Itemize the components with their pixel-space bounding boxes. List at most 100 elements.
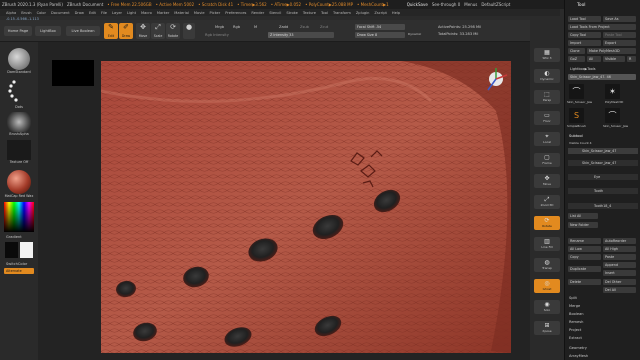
rgb-button[interactable]: Rgb [233,25,240,29]
visible-button[interactable]: Visible [603,56,625,62]
menu-marker[interactable]: Marker [157,11,169,15]
subtool-row[interactable]: Skin_Scissor_Jaw_47 [568,148,638,154]
secondary-color-swatch[interactable] [20,242,33,258]
subtool-row[interactable]: Tooth18_4 [568,203,638,209]
edit-button[interactable]: ✎ Edit [104,23,118,39]
lightbox-tools-button[interactable]: Lightbox▶Tools [568,66,636,72]
menu-help[interactable]: Help [392,11,400,15]
project-section[interactable]: Project [569,328,581,332]
menu-movie[interactable]: Movie [194,11,205,15]
shelf-move-button[interactable]: ✥ Move [534,174,560,188]
material-selector[interactable]: MatCap Red Wax [4,170,34,198]
load-from-project-button[interactable]: Load Tools From Project [568,24,636,30]
sphere-button[interactable]: ● [183,23,195,39]
menu-zscript[interactable]: Zscript [374,11,386,15]
draw-size-slider[interactable]: Draw Size 8 [355,32,405,38]
shelf-rotate-button[interactable]: ⟳ Rotate [534,216,560,230]
import-button[interactable]: Import [568,40,601,46]
del-other-button[interactable]: Del Other [603,279,636,285]
home-page-button[interactable]: Home Page [4,26,32,36]
shelf-floor-button[interactable]: ▭ Floor [534,111,560,125]
paste-button[interactable]: Paste [603,254,636,260]
shelf-local-button[interactable]: ⌖ Local [534,132,560,146]
menu-layer[interactable]: Layer [112,11,122,15]
zadd-button[interactable]: Zadd [279,25,288,29]
shelf-frame-button[interactable]: ▢ Frame [534,153,560,167]
menu-zplugin[interactable]: Zplugin [356,11,370,15]
rotate-button[interactable]: ⟳ Rotate [166,23,180,39]
append-button[interactable]: Append [603,262,636,268]
draw-button[interactable]: ✐ Draw [119,23,133,39]
live-boolean-button[interactable]: Live Boolean [66,26,100,36]
z-intensity-slider[interactable]: Z Intensity 33 [268,32,334,38]
clone-button[interactable]: Clone [568,48,585,54]
alpha-selector[interactable]: BrushAlpha [4,112,34,136]
zsub-button[interactable]: Zsub [300,25,309,29]
navigation-thumbnail[interactable] [52,60,94,86]
texture-selector[interactable]: Texture Off [4,140,34,164]
zcut-button[interactable]: Zcut [320,25,328,29]
tool-thumb-polymesh[interactable]: ✶ [605,84,620,99]
shelf-transp-button[interactable]: ◍ Transp [534,258,560,272]
shelf-dynamic-button[interactable]: ◐ Dynamic [534,69,560,83]
menu-tool[interactable]: Tool [321,11,328,15]
mrgb-button[interactable]: Mrgb [215,25,224,29]
switch-color-button[interactable]: SwitchColor [6,262,27,266]
alternate-button[interactable]: Alternate [4,268,34,274]
move-button[interactable]: ✥ Move [136,23,150,39]
shelf-spix-3-button[interactable]: ▦ SPix 3 [534,48,560,62]
menu-preferences[interactable]: Preferences [225,11,246,15]
current-tool-slider[interactable]: Skin_Scissor_Jaw_47. 46 [568,74,636,80]
extract-section[interactable]: Extract [569,336,582,340]
duplicate-button[interactable]: Duplicate [568,266,601,272]
insert-button[interactable]: Insert [603,270,636,276]
shelf-zoom3d-button[interactable]: ⤢ Zoom3D [534,195,560,209]
navigation-gizmo[interactable] [483,66,509,92]
m-button[interactable]: M [254,25,257,29]
sculpt-canvas[interactable] [101,61,511,353]
menu-stencil[interactable]: Stencil [269,11,281,15]
menu-color[interactable]: Color [37,11,46,15]
split-section[interactable]: Split [569,296,577,300]
menu-render[interactable]: Render [251,11,264,15]
default-zscript[interactable]: DefaultZScript [481,2,510,7]
menu-texture[interactable]: Texture [303,11,316,15]
menu-document[interactable]: Document [51,11,70,15]
all-low-button[interactable]: All Low [568,246,601,252]
autoreorder-button[interactable]: AutoReorder [603,238,636,244]
menu-stroke[interactable]: Stroke [286,11,297,15]
menu-file[interactable]: File [101,11,107,15]
delete-button[interactable]: Delete [568,279,601,285]
all-high-button[interactable]: All High [603,246,636,252]
load-tool-button[interactable]: Load Tool [568,16,601,22]
subtool-row[interactable]: Skin_Scissor_Jaw_47 [568,160,638,166]
menu-light[interactable]: Light [127,11,136,15]
menu-picker[interactable]: Picker [210,11,221,15]
quicksave-button[interactable]: QuickSave [407,2,428,7]
color-picker[interactable] [4,202,34,232]
menu-material[interactable]: Material [174,11,189,15]
list-all-button[interactable]: List All [568,213,598,219]
shelf-persp-button[interactable]: ⬚ Persp [534,90,560,104]
menus-button[interactable]: Menus [464,2,477,7]
paste-tool-button[interactable]: Paste Tool [603,32,636,38]
menu-alpha[interactable]: Alpha [6,11,16,15]
rgb-intensity-slider[interactable]: Rgb Intensity [205,33,229,37]
scale-button[interactable]: ⤢ Scale [151,23,165,39]
rename-button[interactable]: Rename [568,238,601,244]
tool-thumb-simplebrush[interactable]: S [569,108,584,123]
main-color-swatch[interactable] [5,242,18,258]
menu-edit[interactable]: Edit [89,11,96,15]
dynamic-button[interactable]: Dynamic [408,32,421,36]
merge-section[interactable]: Merge [569,304,580,308]
all-button[interactable]: All [587,56,601,62]
new-folder-button[interactable]: New Folder [568,222,598,228]
menu-transform[interactable]: Transform [333,11,351,15]
copy-tool-button[interactable]: Copy Tool [568,32,601,38]
lightbox-button[interactable]: LightBox [35,26,61,36]
shelf-solo-button[interactable]: ◉ Solo [534,300,560,314]
boolean-section[interactable]: Boolean [569,312,584,316]
brush-selector[interactable]: DamStandard [4,48,34,74]
subtool-row[interactable]: Eye [568,174,638,180]
save-as-button[interactable]: Save As [603,16,636,22]
